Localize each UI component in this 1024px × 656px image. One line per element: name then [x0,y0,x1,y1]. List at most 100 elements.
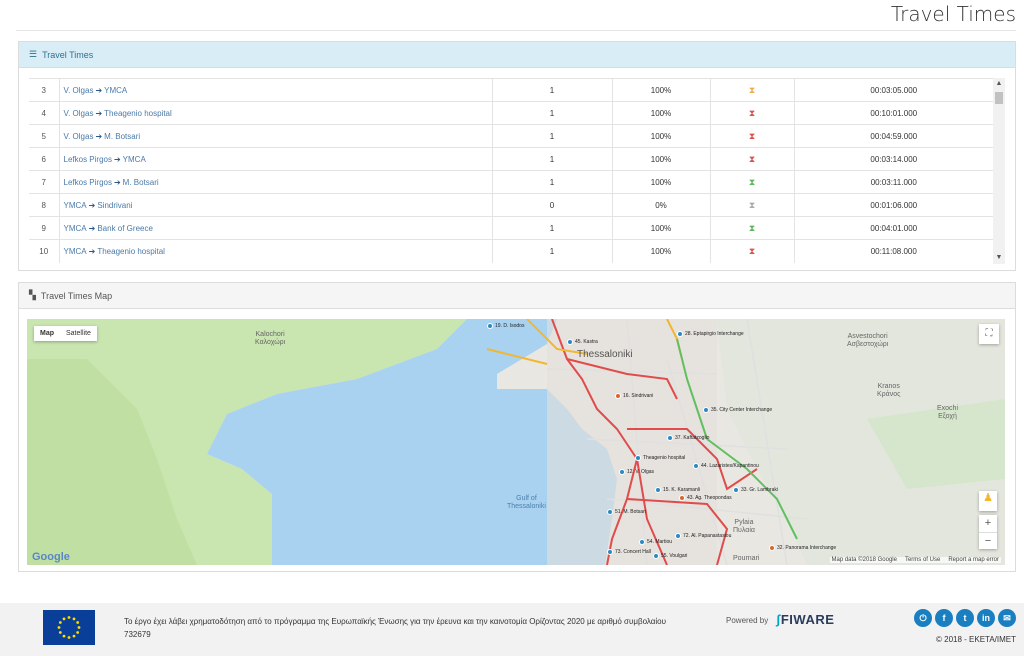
marker-dot-icon [667,435,673,441]
map-marker[interactable]: 43. Ag. Theopondas [679,495,732,501]
map-marker[interactable]: 44. Lazaristes/Kapantinou [693,463,759,469]
marker-dot-icon [653,553,659,559]
fullscreen-icon[interactable]: ⛶ [979,324,999,344]
table-row[interactable]: 8 YMCA ➔ Sindrivani 0 0% ⧗ 00:01:06.000 [29,193,993,217]
scroll-up-icon[interactable]: ▲ [993,78,1005,90]
satellite-button[interactable]: Satellite [60,326,97,341]
marker-dot-icon [567,339,573,345]
route-from: Lefkos Pirgos [63,177,112,187]
zoom-in-button[interactable]: + [979,515,997,532]
table-scrollbar[interactable]: ▲ ▼ [993,78,1005,264]
map-marker[interactable]: 72. Al. Papanastasiou [675,533,731,539]
map-marker[interactable]: 33. Gr. Lambraki [733,487,778,493]
status-cell: ⧗ [710,239,795,263]
map-marker[interactable]: 54. Martiou [639,539,672,545]
route-to: YMCA [122,154,146,164]
map-label-thessaloniki: Thessaloniki [577,349,633,360]
map-marker[interactable]: 16. Sindrivani [615,393,653,399]
map-marker[interactable]: Theagenio hospital [635,455,685,461]
route-to: YMCA [104,85,128,95]
twitter-icon[interactable]: t [956,609,974,627]
table-row[interactable]: 3 V. Olgas ➔ YMCA 1 100% ⧗ 00:03:05.000 [29,78,993,102]
table-row[interactable]: 10 YMCA ➔ Theagenio hospital 1 100% ⧗ 00:11:08.… [29,239,993,263]
scroll-thumb[interactable] [995,92,1003,104]
hourglass-icon: ⧗ [748,199,756,210]
map-marker[interactable]: 32. Panorama Interchange [769,545,836,551]
power-icon[interactable]: ⏻ [914,609,932,627]
map-canvas[interactable]: Map Satellite ⛶ ♟ + − Kalochori Καλοχώρι … [27,319,1005,565]
table-row[interactable]: 9 YMCA ➔ Bank of Greece 1 100% ⧗ 00:04:01.000 [29,216,993,240]
route-cell[interactable]: V. Olgas ➔ Theagenio hospital [59,101,493,125]
row-number: 10 [29,239,60,263]
route-cell[interactable]: YMCA ➔ Sindrivani [59,193,493,217]
linkedin-icon[interactable]: in [977,609,995,627]
map-marker[interactable]: 51. M. Botsari [607,509,646,515]
status-cell: ⧗ [710,124,795,148]
map-marker[interactable]: 19. D. Isodos [487,323,524,329]
count-cell: 1 [492,78,613,102]
map-button[interactable]: Map [34,326,60,341]
route-to: Bank of Greece [97,223,153,233]
email-icon[interactable]: ✉ [998,609,1016,627]
route-cell[interactable]: YMCA ➔ Bank of Greece [59,216,493,240]
route-cell[interactable]: V. Olgas ➔ YMCA [59,78,493,102]
hourglass-icon: ⧗ [748,107,756,118]
time-cell: 00:03:05.000 [794,78,993,102]
map-marker[interactable]: 35. City Center Interchange [703,407,772,413]
time-cell: 00:10:01.000 [794,101,993,125]
arrow-right-icon: ➔ [113,154,121,164]
marker-label: 32. Panorama Interchange [777,545,837,551]
map-marker[interactable]: 55. Voulgari [653,553,687,559]
status-cell: ⧗ [710,216,795,240]
footer: Το έργο έχει λάβει χρηματοδότηση από το … [0,603,1024,656]
social-links: ⏻ f t in ✉ [914,609,1016,627]
route-cell[interactable]: Lefkos Pirgos ➔ M. Botsari [59,170,493,194]
scroll-down-icon[interactable]: ▼ [993,252,1005,264]
time-cell: 00:04:01.000 [794,216,993,240]
route-cell[interactable]: YMCA ➔ Theagenio hospital [59,239,493,263]
map-marker[interactable]: 37. Kaftatzoglio [667,435,709,441]
marker-dot-icon [607,549,613,555]
marker-dot-icon [703,407,709,413]
travel-times-heading-label: Travel Times [42,49,94,60]
facebook-icon[interactable]: f [935,609,953,627]
route-from: V. Olgas [63,85,94,95]
map-marker[interactable]: 28. Eptapirgio Interchange [677,331,744,337]
fiware-logo[interactable]: ʃFIWARE [776,612,834,627]
map-marker[interactable]: 15. K. Karamanli [655,487,700,493]
marker-label: 37. Kaftatzoglio [675,435,710,441]
route-to: Sindrivani [97,200,133,210]
map-label-gulf: Gulf of Thessaloniki [507,495,546,510]
table-row[interactable]: 5 V. Olgas ➔ M. Botsari 1 100% ⧗ 00:04:59.000 [29,124,993,148]
zoom-out-button[interactable]: − [979,532,997,549]
row-number: 9 [29,216,60,240]
marker-label: 54. Martiou [647,539,673,545]
eu-stars [57,616,81,639]
route-cell[interactable]: Lefkos Pirgos ➔ YMCA [59,147,493,171]
terms-link[interactable]: Terms of Use [905,557,940,563]
report-link[interactable]: Report a map error [948,557,999,563]
pegman-icon[interactable]: ♟ [979,491,997,511]
count-cell: 1 [492,147,613,171]
marker-dot-icon [675,533,681,539]
route-cell[interactable]: V. Olgas ➔ M. Botsari [59,124,493,148]
table-row[interactable]: 4 V. Olgas ➔ Theagenio hospital 1 100% ⧗ 00:10:… [29,101,993,125]
travel-times-map-panel: ▚ Travel Times Map Map Satellite ⛶ ♟ + −… [18,282,1016,572]
travel-times-table-wrap[interactable]: 3 V. Olgas ➔ YMCA 1 100% ⧗ 00:03:05.000 4 V. Olga… [29,78,1001,264]
map-heading-label: Travel Times Map [40,290,113,301]
map-marker[interactable]: 73. Concert Hall [607,549,651,555]
hourglass-icon: ⧗ [748,153,756,164]
percent-cell: 100% [612,78,711,102]
table-row[interactable]: 6 Lefkos Pirgos ➔ YMCA 1 100% ⧗ 00:03:14.000 [29,147,993,171]
count-cell: 1 [492,216,613,240]
marker-dot-icon [733,487,739,493]
map-heading: ▚ Travel Times Map [19,283,1015,309]
map-marker[interactable]: 45. Kastra [567,339,598,345]
page-title: Travel Times [890,2,1016,26]
time-cell: 00:03:11.000 [794,170,993,194]
table-row[interactable]: 7 Lefkos Pirgos ➔ M. Botsari 1 100% ⧗ 00:03:11.… [29,170,993,194]
map-marker[interactable]: 12. V. Olgas [619,469,654,475]
eu-star [58,631,62,634]
percent-cell: 100% [612,124,711,148]
eu-star [77,626,81,629]
